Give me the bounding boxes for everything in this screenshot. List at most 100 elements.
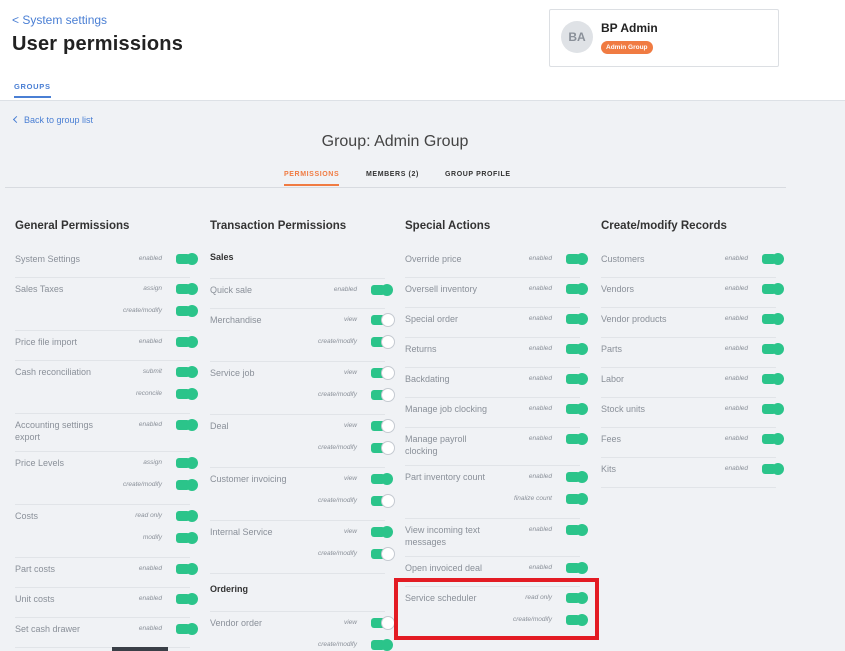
permission-row-view-incoming-text-messages: View incoming text messages enabled bbox=[405, 519, 588, 557]
toggle-knob bbox=[186, 457, 198, 469]
permission-toggle[interactable] bbox=[371, 639, 393, 651]
toggle-label: enabled bbox=[724, 435, 748, 442]
permission-toggle[interactable] bbox=[176, 457, 198, 469]
permission-toggle[interactable] bbox=[371, 441, 395, 455]
permission-toggle[interactable] bbox=[566, 471, 588, 483]
permission-row-deal: Deal view create/modify bbox=[210, 415, 395, 468]
toggle-knob bbox=[186, 623, 198, 635]
permission-toggle[interactable] bbox=[371, 419, 395, 433]
permission-toggle[interactable] bbox=[176, 510, 198, 522]
user-group-badge: Admin Group bbox=[601, 41, 653, 54]
permission-toggle[interactable] bbox=[176, 253, 198, 265]
permission-row-internal-service: Internal Service view create/modify bbox=[210, 521, 395, 574]
permission-toggle[interactable] bbox=[762, 463, 784, 475]
permission-toggle[interactable] bbox=[566, 313, 588, 325]
permission-toggle[interactable] bbox=[176, 563, 198, 575]
permission-toggle[interactable] bbox=[566, 433, 588, 445]
permission-toggle[interactable] bbox=[566, 562, 588, 574]
permission-toggle[interactable] bbox=[371, 313, 395, 327]
permission-row-part-costs: Part costs enabled bbox=[15, 558, 198, 588]
back-to-system-settings-link[interactable]: < System settings bbox=[12, 13, 107, 27]
tab-permissions[interactable]: PERMISSIONS bbox=[284, 171, 340, 186]
permission-row-sales-taxes: Sales Taxes assign create/modify bbox=[15, 278, 198, 331]
toggle-label: view bbox=[343, 316, 357, 323]
permission-toggle[interactable] bbox=[762, 283, 784, 295]
toggle-line: create/modify bbox=[210, 543, 395, 565]
toggle-knob bbox=[772, 283, 784, 295]
permission-toggle[interactable] bbox=[762, 313, 784, 325]
permission-toggle[interactable] bbox=[371, 616, 395, 630]
permission-toggle[interactable] bbox=[762, 403, 784, 415]
permission-toggle[interactable] bbox=[566, 373, 588, 385]
scrollbar-thumb[interactable] bbox=[112, 647, 168, 651]
permission-toggle[interactable] bbox=[371, 494, 395, 508]
permission-toggle[interactable] bbox=[176, 336, 198, 348]
toggle-knob bbox=[772, 343, 784, 355]
toggle-knob bbox=[381, 284, 393, 296]
toggle-line: create/modify bbox=[15, 300, 198, 322]
toggle-knob bbox=[772, 433, 784, 445]
permission-toggle[interactable] bbox=[176, 623, 198, 635]
toggle-line: enabled bbox=[405, 308, 588, 330]
toggle-label: create/modify bbox=[317, 444, 357, 451]
page-title: User permissions bbox=[12, 33, 184, 55]
toggle-label: enabled bbox=[724, 255, 748, 262]
toggle-line: enabled bbox=[405, 278, 588, 300]
permission-toggle[interactable] bbox=[176, 419, 198, 431]
toggle-knob bbox=[576, 253, 588, 265]
toggle-label: enabled bbox=[138, 595, 162, 602]
user-card[interactable]: BA BP Admin Admin Group bbox=[549, 9, 779, 67]
toggle-line: enabled bbox=[405, 519, 588, 541]
permission-toggle[interactable] bbox=[371, 526, 393, 538]
toggle-knob bbox=[186, 510, 198, 522]
toggle-line: enabled bbox=[601, 308, 784, 330]
toggle-label: view bbox=[343, 619, 357, 626]
permission-toggle[interactable] bbox=[566, 253, 588, 265]
permission-toggle[interactable] bbox=[566, 403, 588, 415]
permission-toggle[interactable] bbox=[371, 388, 395, 402]
permission-toggle[interactable] bbox=[566, 343, 588, 355]
toggle-label: enabled bbox=[528, 564, 552, 571]
tab-group-profile[interactable]: GROUP PROFILE bbox=[445, 171, 511, 178]
permission-toggle[interactable] bbox=[176, 283, 198, 295]
toggle-knob bbox=[381, 616, 395, 630]
permission-toggle[interactable] bbox=[762, 433, 784, 445]
permission-toggle[interactable] bbox=[176, 388, 198, 400]
permission-toggle[interactable] bbox=[176, 479, 198, 491]
permission-toggle[interactable] bbox=[566, 493, 588, 505]
toggle-line: create/modify bbox=[15, 474, 198, 496]
toggle-line: create/modify bbox=[210, 384, 395, 406]
toggle-line: enabled bbox=[405, 338, 588, 360]
tab-members[interactable]: MEMBERS (2) bbox=[366, 171, 419, 178]
permission-toggle[interactable] bbox=[371, 366, 395, 380]
toggle-knob bbox=[772, 403, 784, 415]
permission-toggle[interactable] bbox=[762, 343, 784, 355]
permission-toggle[interactable] bbox=[371, 284, 393, 296]
toggle-line: view bbox=[210, 309, 395, 331]
toggle-knob bbox=[576, 433, 588, 445]
permission-toggle[interactable] bbox=[566, 283, 588, 295]
permission-row-stock-units: Stock units enabled bbox=[601, 398, 784, 428]
tab-groups[interactable]: GROUPS bbox=[14, 82, 51, 98]
section-title-sales: Sales bbox=[210, 248, 385, 279]
toggle-knob bbox=[381, 388, 395, 402]
toggle-line: assign bbox=[15, 452, 198, 474]
permission-row-override-price: Override price enabled bbox=[405, 248, 588, 278]
toggle-line: enabled bbox=[601, 428, 784, 450]
back-to-group-list-link[interactable]: Back to group list bbox=[12, 115, 93, 125]
toggle-line: modify bbox=[15, 527, 198, 549]
toggle-label: view bbox=[343, 528, 357, 535]
permission-toggle[interactable] bbox=[371, 547, 395, 561]
permission-toggle[interactable] bbox=[176, 305, 198, 317]
permission-toggle[interactable] bbox=[762, 373, 784, 385]
permission-toggle[interactable] bbox=[566, 524, 588, 536]
permission-toggle[interactable] bbox=[176, 532, 198, 544]
toggle-knob bbox=[576, 403, 588, 415]
permission-toggle[interactable] bbox=[762, 253, 784, 265]
permission-toggle[interactable] bbox=[176, 593, 198, 605]
permission-toggle[interactable] bbox=[371, 335, 395, 349]
permission-toggle[interactable] bbox=[176, 366, 198, 378]
toggle-label: create/modify bbox=[317, 338, 357, 345]
permission-toggle[interactable] bbox=[371, 473, 393, 485]
toggle-label: assign bbox=[143, 285, 162, 292]
